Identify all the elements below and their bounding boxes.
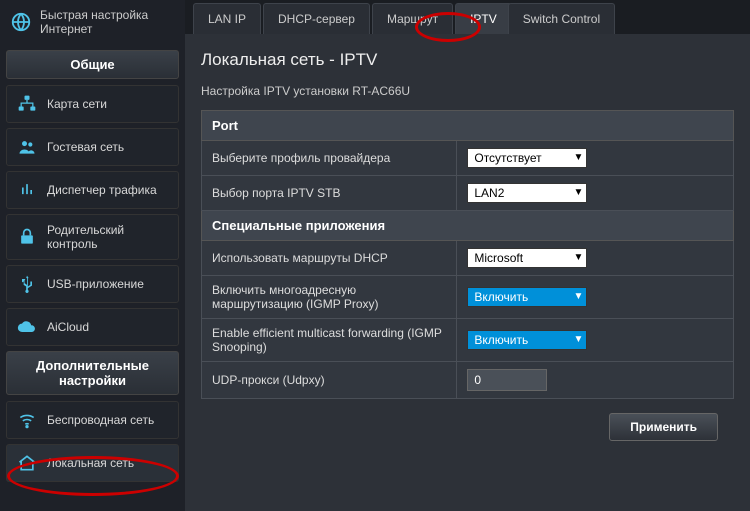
tab-iptv[interactable]: IPTV bbox=[455, 3, 512, 34]
tab-bar: LAN IP DHCP-сервер Маршрут IPTV Switch C… bbox=[185, 0, 750, 34]
tab-switch[interactable]: Switch Control bbox=[508, 3, 615, 34]
sidebar-item-label: AiCloud bbox=[47, 320, 89, 334]
apply-button[interactable]: Применить bbox=[609, 413, 718, 441]
settings-table: Port Выберите профиль провайдера Отсутст… bbox=[201, 110, 734, 399]
sidebar-item-traffic[interactable]: Диспетчер трафика bbox=[6, 171, 179, 209]
setting-label: Выбор порта IPTV STB bbox=[202, 176, 457, 211]
select-igmp-proxy[interactable]: Включить▼ bbox=[467, 287, 587, 307]
input-udpxy[interactable] bbox=[467, 369, 547, 391]
select-provider-profile[interactable]: Отсутствует▼ bbox=[467, 148, 587, 168]
setting-label: Включить многоадресную маршрутизацию (IG… bbox=[202, 276, 457, 319]
sidebar-item-parental[interactable]: Родительский контроль bbox=[6, 214, 179, 260]
select-igmp-snoop[interactable]: Включить▼ bbox=[467, 330, 587, 350]
select-iptv-port[interactable]: LAN2▼ bbox=[467, 183, 587, 203]
sidebar-item-label: Карта сети bbox=[47, 97, 107, 111]
setting-label: Использовать маршруты DHCP bbox=[202, 241, 457, 276]
chevron-down-icon: ▼ bbox=[573, 291, 583, 302]
row-igmp-snoop: Enable efficient multicast forwarding (I… bbox=[202, 319, 734, 362]
sidebar-item-label: Гостевая сеть bbox=[47, 140, 124, 154]
chevron-down-icon: ▼ bbox=[573, 152, 583, 163]
row-udpxy: UDP-прокси (Udpxy) bbox=[202, 362, 734, 399]
group-special: Специальные приложения bbox=[202, 211, 734, 241]
network-icon bbox=[17, 94, 37, 114]
tab-route[interactable]: Маршрут bbox=[372, 3, 453, 34]
sidebar-section-general: Общие bbox=[6, 50, 179, 79]
row-iptv-port: Выбор порта IPTV STB LAN2▼ bbox=[202, 176, 734, 211]
sidebar-item-label: Беспроводная сеть bbox=[47, 413, 154, 427]
wifi-icon bbox=[17, 410, 37, 430]
sidebar-item-label: USB-приложение bbox=[47, 277, 144, 291]
main-panel: LAN IP DHCP-сервер Маршрут IPTV Switch C… bbox=[185, 0, 750, 511]
sidebar-item-guest[interactable]: Гостевая сеть bbox=[6, 128, 179, 166]
sidebar-item-aicloud[interactable]: AiCloud bbox=[6, 308, 179, 346]
cloud-icon bbox=[17, 317, 37, 337]
sidebar-item-usb[interactable]: USB-приложение bbox=[6, 265, 179, 303]
page-title: Локальная сеть - IPTV bbox=[201, 50, 734, 70]
tab-lanip[interactable]: LAN IP bbox=[193, 3, 261, 34]
usb-icon bbox=[17, 274, 37, 294]
group-port: Port bbox=[202, 111, 734, 141]
tab-dhcp[interactable]: DHCP-сервер bbox=[263, 3, 370, 34]
page-subtitle: Настройка IPTV установки RT-AC66U bbox=[201, 84, 734, 98]
chevron-down-icon: ▼ bbox=[573, 187, 583, 198]
setting-label: Enable efficient multicast forwarding (I… bbox=[202, 319, 457, 362]
traffic-icon bbox=[17, 180, 37, 200]
sidebar-item-networkmap[interactable]: Карта сети bbox=[6, 85, 179, 123]
quick-setup-item[interactable]: Быстрая настройка Интернет bbox=[6, 0, 179, 50]
home-icon bbox=[17, 453, 37, 473]
sidebar-item-label: Родительский контроль bbox=[47, 223, 168, 251]
sidebar-item-wireless[interactable]: Беспроводная сеть bbox=[6, 401, 179, 439]
lock-icon bbox=[17, 227, 37, 247]
chevron-down-icon: ▼ bbox=[573, 252, 583, 263]
chevron-down-icon: ▼ bbox=[573, 334, 583, 345]
sidebar-item-label: Локальная сеть bbox=[47, 456, 134, 470]
row-provider-profile: Выберите профиль провайдера Отсутствует▼ bbox=[202, 141, 734, 176]
row-dhcp-routes: Использовать маршруты DHCP Microsoft▼ bbox=[202, 241, 734, 276]
setting-label: UDP-прокси (Udpxy) bbox=[202, 362, 457, 399]
select-dhcp-routes[interactable]: Microsoft▼ bbox=[467, 248, 587, 268]
globe-icon bbox=[10, 11, 32, 33]
sidebar-item-label: Диспетчер трафика bbox=[47, 183, 157, 197]
row-igmp-proxy: Включить многоадресную маршрутизацию (IG… bbox=[202, 276, 734, 319]
setting-label: Выберите профиль провайдера bbox=[202, 141, 457, 176]
quick-setup-label: Быстрая настройка Интернет bbox=[40, 8, 175, 36]
sidebar: Быстрая настройка Интернет Общие Карта с… bbox=[0, 0, 185, 511]
guest-icon bbox=[17, 137, 37, 157]
sidebar-item-lan[interactable]: Локальная сеть bbox=[6, 444, 179, 482]
sidebar-section-advanced: Дополнительные настройки bbox=[6, 351, 179, 395]
